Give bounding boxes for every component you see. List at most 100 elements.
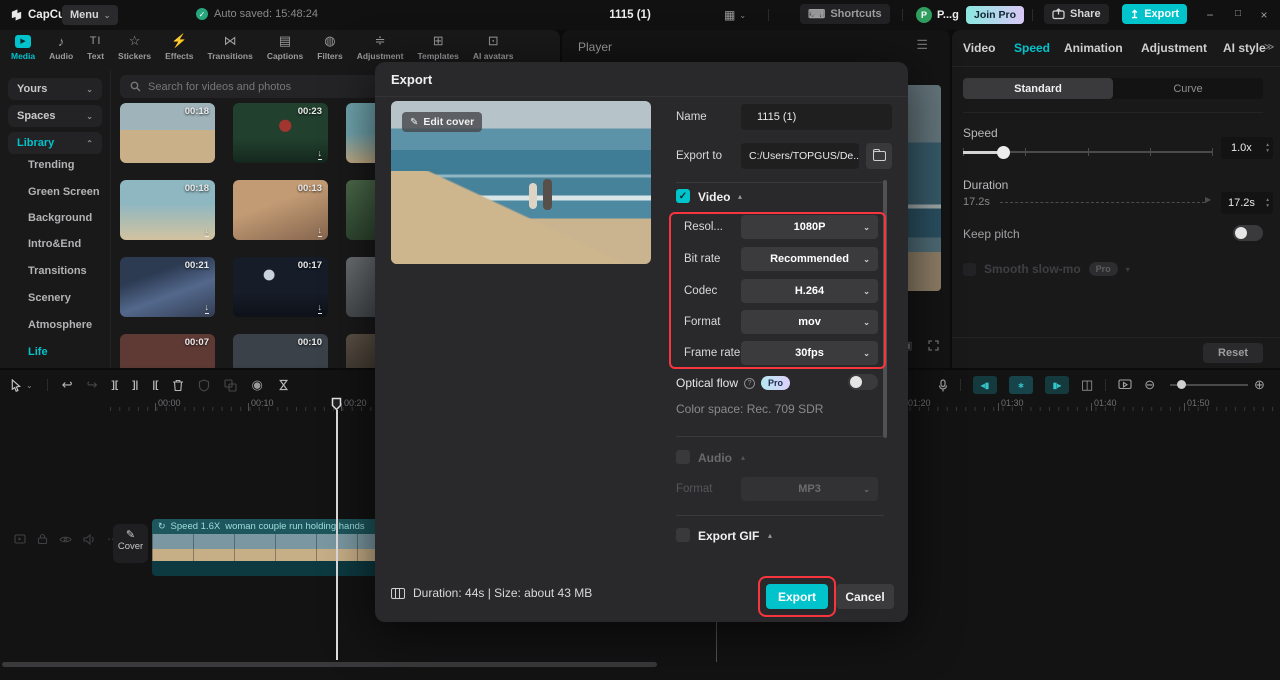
sidebar-item-intro-end[interactable]: Intro&End: [28, 238, 81, 250]
zoom-slider-handle[interactable]: [1177, 380, 1186, 389]
mute-icon[interactable]: [83, 533, 96, 545]
media-thumb[interactable]: 00:13 ↓: [233, 180, 328, 240]
tab-speed[interactable]: Speed: [1014, 41, 1050, 55]
smooth-slowmo-checkbox[interactable]: [963, 262, 976, 276]
sidebar-group-spaces[interactable]: Spaces ⌄: [8, 105, 102, 127]
sidebar-item-transitions[interactable]: Transitions: [28, 265, 87, 277]
freeze-frame-icon[interactable]: ◉: [251, 377, 262, 393]
sidebar-group-library[interactable]: Library ⌃: [8, 132, 102, 154]
duration-value-box[interactable]: 17.2s ▴ ▾: [1221, 192, 1273, 214]
zoom-fit-icon[interactable]: ⊕: [1254, 377, 1265, 393]
cancel-button[interactable]: Cancel: [836, 584, 894, 609]
magnet-icon[interactable]: ◂▮: [973, 376, 997, 394]
tab-adjustment[interactable]: Adjustment: [1141, 41, 1207, 55]
download-icon[interactable]: ↓: [317, 302, 322, 314]
media-thumb[interactable]: 00:07: [120, 334, 215, 368]
split-view-icon[interactable]: ◫: [1081, 377, 1093, 393]
toolbar-item-stickers[interactable]: ☆ Stickers: [111, 33, 158, 61]
shortcuts-button[interactable]: ⌨ Shortcuts: [800, 4, 890, 24]
collapse-icon[interactable]: ▴: [738, 192, 742, 201]
video-checkbox[interactable]: ✓: [676, 189, 690, 203]
maximize-button[interactable]: □: [1227, 8, 1249, 19]
sidebar-item-life[interactable]: Life: [28, 346, 48, 358]
lock-icon[interactable]: [37, 533, 48, 545]
download-icon[interactable]: ↓: [204, 302, 209, 314]
toolbar-item-templates[interactable]: ⊞ Templates: [410, 33, 465, 61]
edit-cover-button[interactable]: ✎ Edit cover: [402, 112, 483, 132]
record-voiceover-icon[interactable]: [938, 378, 948, 392]
speed-slider[interactable]: [963, 142, 1213, 162]
export-button-top[interactable]: ↥ Export: [1122, 4, 1188, 24]
toolbar-item-ai-avatars[interactable]: ⊡ AI avatars: [466, 33, 521, 61]
stepper-icon[interactable]: ▴ ▾: [1266, 197, 1273, 209]
delete-right-icon[interactable]: |[: [152, 380, 158, 391]
player-menu-icon[interactable]: ☰: [916, 37, 928, 53]
keep-pitch-toggle[interactable]: [1233, 225, 1263, 241]
cover-button[interactable]: ✎ Cover: [113, 524, 148, 563]
sidebar-item-green-screen[interactable]: Green Screen: [28, 186, 100, 198]
toolbar-item-text[interactable]: TI Text: [80, 34, 111, 61]
eye-icon[interactable]: [59, 535, 72, 544]
more-tabs-icon[interactable]: ≫: [1264, 42, 1274, 53]
codec-dropdown[interactable]: H.264 ⌄: [741, 279, 878, 303]
toolbar-item-filters[interactable]: ◍ Filters: [310, 33, 350, 61]
zoom-out-icon[interactable]: ⊖: [1144, 377, 1155, 393]
media-thumb[interactable]: 00:10: [233, 334, 328, 368]
tab-curve[interactable]: Curve: [1113, 78, 1263, 99]
audio-checkbox[interactable]: [676, 450, 690, 464]
tab-animation[interactable]: Animation: [1064, 41, 1123, 55]
delete-icon[interactable]: [172, 379, 184, 392]
select-tool[interactable]: ⌄: [10, 378, 33, 392]
link-icon[interactable]: ▮▸: [1045, 376, 1069, 394]
speed-slider-handle[interactable]: [997, 145, 1010, 159]
sidebar-item-background[interactable]: Background: [28, 212, 92, 224]
toolbar-item-adjustment[interactable]: ≑ Adjustment: [350, 33, 411, 61]
mask-icon[interactable]: [198, 378, 210, 392]
download-icon[interactable]: ↓: [317, 225, 322, 237]
bitrate-dropdown[interactable]: Recommended ⌄: [741, 247, 878, 271]
export-gif-checkbox[interactable]: [676, 528, 690, 542]
media-thumb[interactable]: 00:21 ↓: [120, 257, 215, 317]
delete-left-icon[interactable]: ]|: [132, 380, 138, 391]
undo-icon[interactable]: ↩: [62, 377, 73, 393]
sidebar-group-yours[interactable]: Yours ⌄: [8, 78, 102, 100]
framerate-dropdown[interactable]: 30fps ⌄: [741, 341, 878, 365]
browse-folder-button[interactable]: [866, 143, 892, 169]
account-chip[interactable]: P P...g: [916, 7, 959, 23]
name-input[interactable]: 1115 (1): [741, 104, 892, 130]
preview-frame-icon[interactable]: [1118, 379, 1132, 391]
split-icon[interactable]: ][: [112, 380, 119, 391]
export-confirm-button[interactable]: Export: [766, 584, 828, 609]
toolbar-item-media[interactable]: ▶ Media: [4, 34, 42, 61]
audio-format-dropdown[interactable]: MP3 ⌄: [741, 477, 878, 501]
timeline-scrollbar[interactable]: [2, 662, 657, 667]
join-pro-button[interactable]: Join Pro: [966, 6, 1025, 24]
collapse-icon[interactable]: ▴: [768, 531, 772, 540]
resolution-dropdown[interactable]: 1080P ⌄: [741, 215, 878, 239]
download-icon[interactable]: ↓: [204, 225, 209, 237]
fullscreen-icon[interactable]: [928, 340, 939, 351]
download-icon[interactable]: ↓: [317, 148, 322, 160]
media-thumb[interactable]: 00:18 ↓: [120, 180, 215, 240]
media-thumb[interactable]: 00:18: [120, 103, 215, 163]
mirror-icon[interactable]: ⋈: [275, 379, 291, 392]
layout-button[interactable]: ▦ ⌄: [724, 8, 746, 22]
sidebar-item-scenery[interactable]: Scenery: [28, 292, 71, 304]
dialog-scrollbar[interactable]: [883, 180, 887, 438]
share-button[interactable]: Share: [1044, 4, 1109, 24]
auto-beat-icon[interactable]: ∗: [1009, 376, 1033, 394]
media-thumb[interactable]: 00:23 ↓: [233, 103, 328, 163]
media-thumb[interactable]: 00:17 ↓: [233, 257, 328, 317]
redo-icon[interactable]: ↪: [87, 377, 98, 393]
close-button[interactable]: ×: [1253, 8, 1275, 22]
export-to-input[interactable]: C:/Users/TOPGUS/De...: [741, 143, 859, 169]
sidebar-item-atmosphere[interactable]: Atmosphere: [28, 319, 92, 331]
sidebar-item-trending[interactable]: Trending: [28, 159, 74, 171]
toolbar-item-effects[interactable]: ⚡ Effects: [158, 33, 200, 61]
optical-flow-toggle[interactable]: [848, 374, 878, 390]
format-dropdown[interactable]: mov ⌄: [741, 310, 878, 334]
minimize-button[interactable]: −: [1199, 8, 1221, 22]
toolbar-item-audio[interactable]: ♪ Audio: [42, 34, 80, 61]
overlay-icon[interactable]: [224, 378, 238, 392]
tab-video[interactable]: Video: [963, 41, 995, 55]
